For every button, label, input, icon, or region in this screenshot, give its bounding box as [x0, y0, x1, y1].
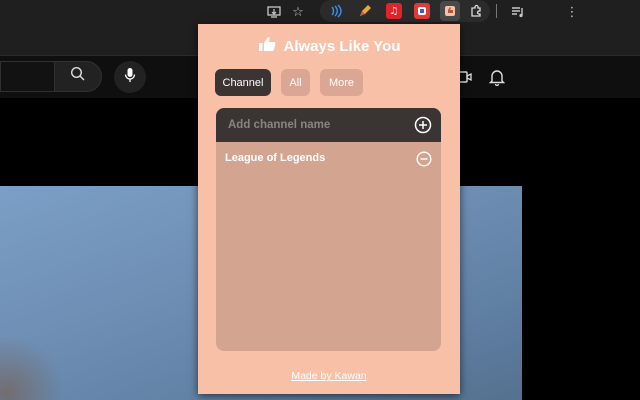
remove-channel-button[interactable]	[416, 151, 432, 167]
pencil-ext-icon[interactable]	[357, 3, 373, 19]
kebab-menu-icon[interactable]: ⋮	[563, 3, 581, 21]
channel-name: League of Legends	[225, 152, 326, 164]
tab-channel[interactable]: Channel	[215, 69, 271, 96]
search-button[interactable]	[54, 61, 102, 92]
extensions-group: ♫	[320, 0, 490, 22]
add-channel-button[interactable]	[414, 116, 432, 134]
tab-all[interactable]: All	[281, 69, 310, 96]
bookmark-star-icon[interactable]: ☆	[289, 3, 307, 21]
search-input[interactable]	[0, 61, 54, 92]
wifi-signal-ext-icon[interactable]	[328, 3, 344, 19]
extension-popup: Always Like You Channel All More League …	[198, 24, 460, 394]
minus-circle-icon	[416, 151, 432, 171]
tab-more[interactable]: More	[320, 69, 363, 96]
popup-title: Always Like You	[283, 37, 401, 55]
plus-circle-icon	[414, 116, 432, 138]
microphone-icon	[123, 67, 137, 88]
voice-search-button[interactable]	[114, 61, 146, 93]
video-thumbnail-detail	[0, 330, 60, 400]
bell-icon[interactable]	[486, 66, 508, 88]
search-icon	[70, 66, 86, 87]
add-channel-row	[216, 108, 441, 142]
install-app-icon[interactable]	[265, 3, 283, 21]
media-playlist-icon[interactable]	[509, 3, 527, 21]
author-link[interactable]: Made by Kawan	[198, 370, 460, 382]
list-item: League of Legends	[216, 148, 441, 170]
music-ext-icon[interactable]: ♫	[386, 3, 402, 19]
popup-header: Always Like You	[198, 34, 460, 58]
channel-list: League of Legends	[216, 142, 441, 351]
red-square-ext-icon[interactable]	[414, 3, 430, 19]
thumbs-up-icon	[258, 36, 276, 56]
toolbar-separator	[496, 4, 497, 18]
puzzle-extensions-icon[interactable]	[468, 3, 484, 19]
channel-name-input[interactable]	[216, 108, 406, 142]
always-like-you-ext-icon[interactable]	[440, 1, 460, 21]
